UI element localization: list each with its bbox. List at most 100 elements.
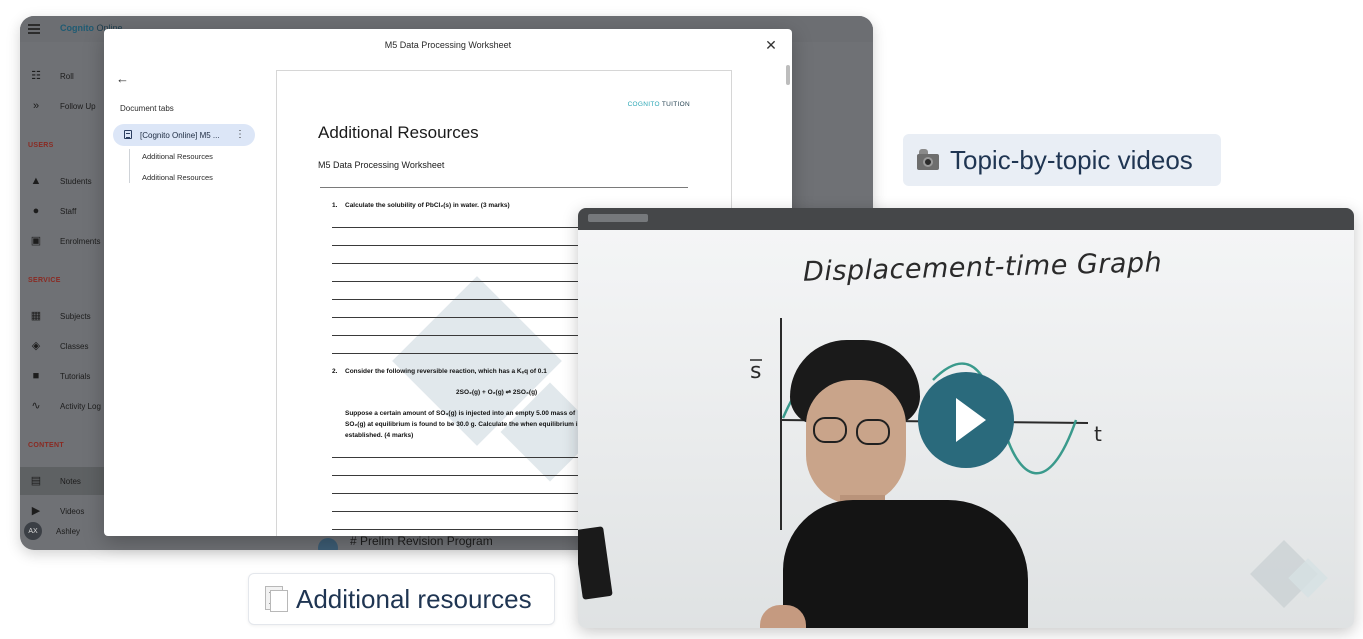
answer-line [332,335,592,336]
document-tabs-heading: Document tabs [120,104,174,113]
play-button[interactable] [918,372,1014,468]
document-subtab[interactable]: Additional Resources [142,152,213,161]
screenshot-stage: Cognito Online ☷ Roll » Follow Up USERS … [0,0,1363,639]
sidebar-item-subjects[interactable]: ▦ Subjects [20,302,105,330]
question-number: 1. [332,202,338,209]
hamburger-menu-icon[interactable] [28,24,40,34]
sidebar-item-label: Activity Log [60,401,101,411]
video-player[interactable]: Displacement-time Graph s t [578,208,1354,628]
people-icon: ● [32,205,40,217]
document-subtitle: M5 Data Processing Worksheet [318,160,445,170]
sidebar-item-label: Notes [60,476,81,486]
question-1: 1. Calculate the solubility of PbCl₂(s) i… [332,201,510,211]
document-tab-label: [Cognito Online] M5 ... [140,130,220,140]
program-icon [318,538,338,550]
sidebar-item-follow-up[interactable]: » Follow Up [20,92,105,120]
id-badge-icon: ▣ [30,235,42,247]
modal-header: M5 Data Processing Worksheet ✕ [104,29,792,63]
classes-icon: ◈ [31,340,41,352]
section-label-users: USERS [28,142,54,149]
document-pages-icon [261,585,289,613]
modal-title: M5 Data Processing Worksheet [384,40,512,50]
user-name: Ashley [56,526,81,536]
video-camera-icon: ■ [32,370,40,382]
presenter-glasses [813,417,847,443]
section-label-content: CONTENT [28,442,64,449]
sidebar-item-label: Subjects [60,311,91,321]
sidebar-item-label: Students [60,176,92,186]
user-profile[interactable]: AX Ashley [24,522,80,540]
sidebar-item-tutorials[interactable]: ■ Tutorials [20,362,105,390]
sidebar-item-label: Classes [60,341,89,351]
sidebar-item-label: Roll [60,71,74,81]
answer-line [332,299,592,300]
sidebar-item-enrolments[interactable]: ▣ Enrolments [20,227,105,255]
cognito-logo-icon [1250,530,1338,608]
sidebar-item-notes[interactable]: ▤ Notes [20,467,105,495]
document-brand-a: COGNITO [627,101,660,108]
question-body: Suppose a certain amount of SO₃(g) is in… [345,410,582,439]
document-brand: COGNITO TUITION [628,101,690,108]
sidebar-item-label: Staff [60,206,77,216]
answer-line [332,493,592,494]
subtab-divider [129,149,130,183]
divider [320,187,688,188]
question-text: Calculate the solubility of PbCl₂(s) in … [345,202,510,209]
graduation-cap-icon: ▲ [30,175,42,187]
grid-icon: ▦ [30,310,42,322]
document-icon [124,130,132,139]
answer-line [332,281,592,282]
double-chevron-icon: » [32,100,40,112]
answer-line [332,529,592,530]
close-icon[interactable]: ✕ [764,38,778,52]
answer-line [332,263,592,264]
answer-line [332,353,592,354]
play-icon [956,398,986,442]
section-label-service: SERVICE [28,277,61,284]
sidebar-item-students[interactable]: ▲ Students [20,167,105,195]
sidebar-item-label: Videos [60,506,85,516]
question-number: 2. [332,368,338,375]
axis-s-label: s [750,359,761,384]
sidebar-item-label: Tutorials [60,371,91,381]
additional-resources-label: Additional resources [248,573,555,625]
sidebar-item-classes[interactable]: ◈ Classes [20,332,105,360]
answer-line [332,227,592,228]
question-text: Consider the following reversible reacti… [345,368,547,375]
answer-line [332,457,592,458]
document-tab-active[interactable]: [Cognito Online] M5 ... ⋮ [113,124,255,146]
scrollbar[interactable] [786,65,790,85]
notes-icon: ▤ [30,475,42,487]
presenter-glasses [856,419,890,445]
brand-prefix: Cognito [60,23,94,33]
video-camera-icon [915,146,943,174]
axis-t-label: t [1094,422,1102,446]
additional-resources-text: Additional resources [296,583,532,614]
answer-line [332,317,592,318]
answer-line [332,245,592,246]
trend-icon: ∿ [31,400,41,412]
document-title: Additional Resources [318,123,479,142]
back-arrow-icon[interactable]: ← [116,72,132,86]
chemical-equation: 2SO₂(g) + O₂(g) ⇌ 2SO₃(g) [456,389,538,396]
play-box-icon: ▶ [31,505,41,517]
document-subtab[interactable]: Additional Resources [142,173,213,182]
video-topbar [578,208,1354,230]
sidebar-item-label: Follow Up [60,101,96,111]
question-2: 2. Consider the following reversible reac… [332,367,547,377]
sidebar-item-videos[interactable]: ▶ Videos [20,497,105,525]
topic-videos-text: Topic-by-topic videos [950,144,1193,175]
answer-line [332,511,592,512]
checklist-icon: ☷ [31,70,41,82]
background-program-title: # Prelim Revision Program [350,534,493,548]
app-sidebar: ☷ Roll » Follow Up USERS ▲ Students ● St… [20,42,105,550]
sidebar-item-roll[interactable]: ☷ Roll [20,62,105,90]
sidebar-item-staff[interactable]: ● Staff [20,197,105,225]
answer-line [332,475,592,476]
sidebar-item-activity-log[interactable]: ∿ Activity Log [20,392,105,420]
document-brand-b: TUITION [661,101,690,108]
more-options-icon[interactable]: ⋮ [235,130,245,140]
sidebar-item-label: Enrolments [60,236,101,246]
avatar: AX [24,522,42,540]
presenter-body [783,500,1028,628]
